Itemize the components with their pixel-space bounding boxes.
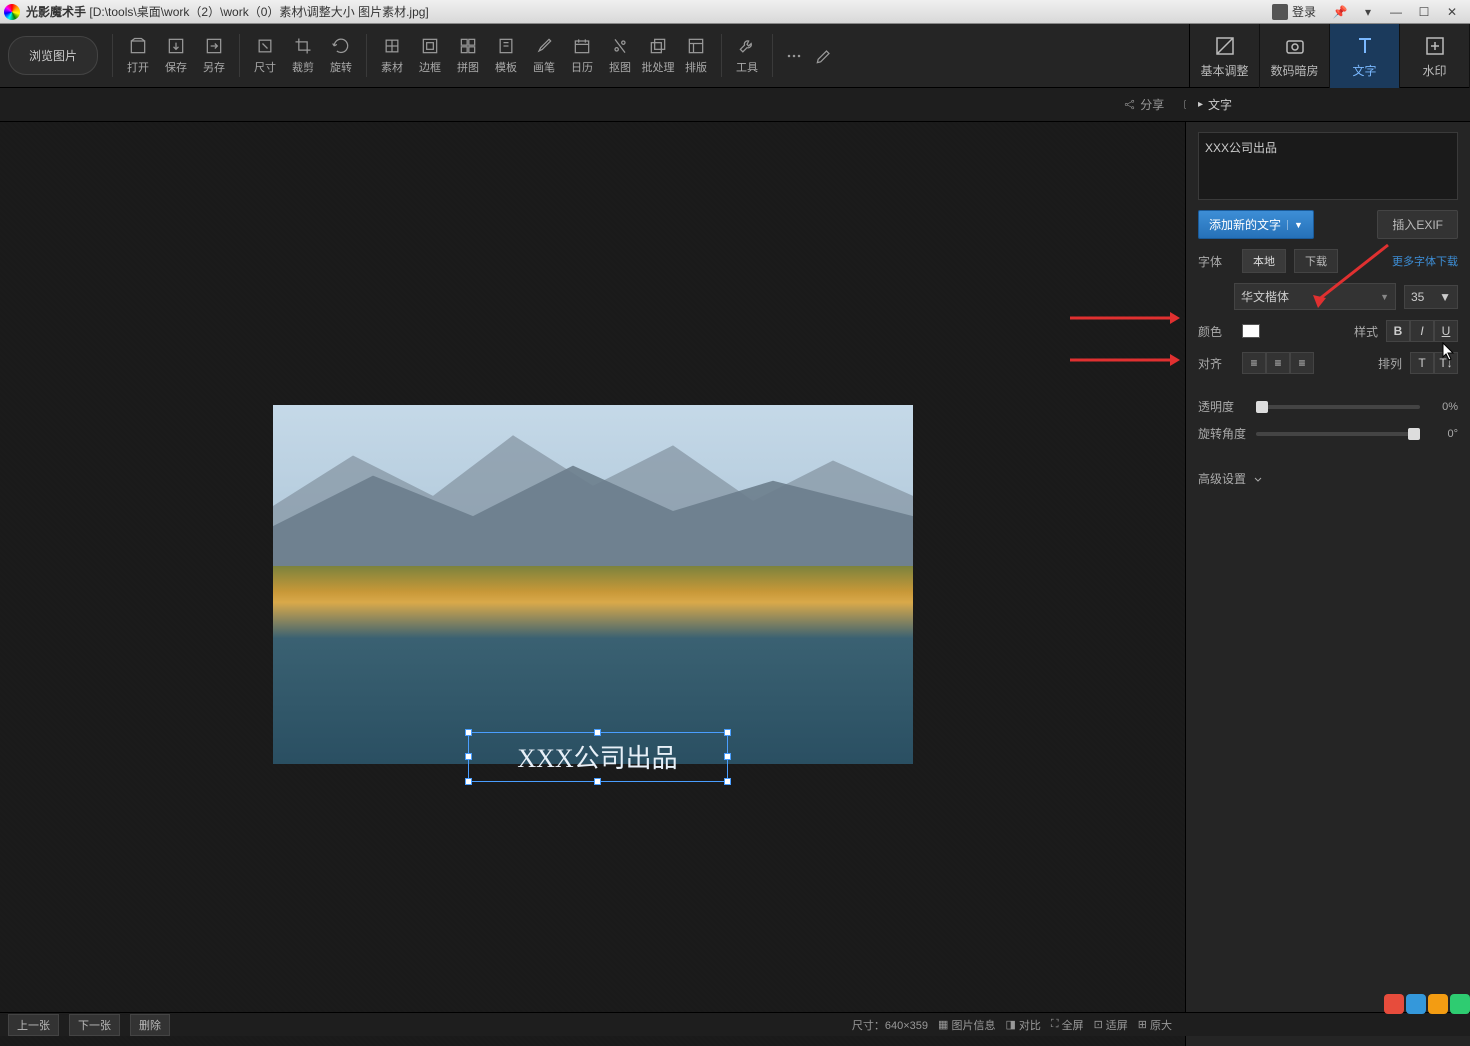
style-label: 样式 [1354, 323, 1378, 340]
minimize-icon[interactable]: — [1382, 2, 1410, 22]
original-button[interactable]: ⊞ 原大 [1138, 1017, 1172, 1033]
resize-handle[interactable] [724, 729, 731, 736]
main-toolbar: 浏览图片 打开 保存 另存 尺寸 裁剪 旋转 素材 边框 拼图 模板 画笔 日历… [0, 24, 1470, 88]
more-fonts-link[interactable]: 更多字体下载 [1392, 253, 1458, 269]
tb-save[interactable]: 保存 [157, 24, 195, 87]
canvas-image[interactable]: XXX公司出品 [273, 405, 913, 764]
cursor-icon [1442, 342, 1456, 362]
canvas-area[interactable]: XXX公司出品 [0, 122, 1185, 1046]
tb-rotate[interactable]: 旋转 [322, 24, 360, 87]
opacity-slider[interactable] [1256, 405, 1420, 409]
arrange-h-button[interactable]: T [1410, 352, 1434, 374]
tb-collage[interactable]: 拼图 [449, 24, 487, 87]
resize-handle[interactable] [465, 753, 472, 760]
tb-batch[interactable]: 批处理 [639, 24, 677, 87]
ime-badge [1384, 994, 1470, 1014]
underline-button[interactable]: U [1434, 320, 1458, 342]
maximize-icon[interactable]: ☐ [1410, 2, 1438, 22]
text-input[interactable] [1198, 132, 1458, 200]
tb-more[interactable] [779, 24, 809, 87]
mode-watermark[interactable]: 水印 [1400, 24, 1470, 88]
bold-button[interactable]: B [1386, 320, 1410, 342]
tb-size[interactable]: 尺寸 [246, 24, 284, 87]
arrange-label: 排列 [1378, 355, 1402, 372]
login-label: 登录 [1292, 3, 1316, 20]
mode-darkroom[interactable]: 数码暗房 [1260, 24, 1330, 88]
rotate-slider[interactable] [1256, 432, 1420, 436]
resize-handle[interactable] [594, 778, 601, 785]
font-select[interactable]: 华文楷体▼ [1234, 283, 1396, 310]
font-size-select[interactable]: 35▼ [1404, 285, 1458, 309]
panel-title: 文字 [1186, 88, 1470, 122]
resize-handle[interactable] [724, 778, 731, 785]
side-panel: 文字 添加新的文字▼ 插入EXIF 字体 本地 下载 更多字体下载 华文楷体▼ … [1185, 122, 1470, 1046]
opacity-label: 透明度 [1198, 398, 1248, 415]
color-label: 颜色 [1198, 323, 1234, 340]
mode-basic[interactable]: 基本调整 [1190, 24, 1260, 88]
resize-handle[interactable] [465, 778, 472, 785]
add-text-button[interactable]: 添加新的文字▼ [1198, 210, 1314, 239]
title-bar: 光影魔术手 [D:\tools\桌面\work（2）\work（0）素材\调整大… [0, 0, 1470, 24]
next-button[interactable]: 下一张 [69, 1014, 120, 1036]
fit-button[interactable]: ⊡ 适屏 [1094, 1017, 1128, 1033]
font-download-tab[interactable]: 下载 [1294, 249, 1338, 273]
align-label: 对齐 [1198, 355, 1234, 372]
align-center-button[interactable]: ≡ [1266, 352, 1290, 374]
pin-icon[interactable]: 📌 [1326, 2, 1354, 22]
tb-saveas[interactable]: 另存 [195, 24, 233, 87]
tb-layout[interactable]: 排版 [677, 24, 715, 87]
tb-calendar[interactable]: 日历 [563, 24, 601, 87]
tb-pen[interactable] [809, 24, 839, 87]
advanced-toggle[interactable]: 高级设置 [1198, 470, 1458, 487]
color-swatch[interactable] [1242, 324, 1260, 338]
resize-handle[interactable] [465, 729, 472, 736]
tb-template[interactable]: 模板 [487, 24, 525, 87]
size-label: 尺寸：640×359 [852, 1017, 928, 1033]
ab-share[interactable]: 分享 [1123, 96, 1164, 113]
font-label: 字体 [1198, 253, 1234, 270]
tb-open[interactable]: 打开 [119, 24, 157, 87]
tb-cutout[interactable]: 抠图 [601, 24, 639, 87]
mode-text[interactable]: 文字 [1330, 24, 1400, 88]
rotate-label: 旋转角度 [1198, 425, 1248, 442]
tb-tools[interactable]: 工具 [728, 24, 766, 87]
resize-handle[interactable] [724, 753, 731, 760]
italic-button[interactable]: I [1410, 320, 1434, 342]
tb-brush[interactable]: 画笔 [525, 24, 563, 87]
dropdown-icon[interactable]: ▾ [1354, 2, 1382, 22]
insert-exif-button[interactable]: 插入EXIF [1377, 210, 1458, 239]
text-overlay-box[interactable]: XXX公司出品 [468, 732, 728, 782]
opacity-value: 0% [1428, 401, 1458, 413]
prev-button[interactable]: 上一张 [8, 1014, 59, 1036]
compare-button[interactable]: ◨ 对比 [1005, 1017, 1040, 1033]
font-local-tab[interactable]: 本地 [1242, 249, 1286, 273]
overlay-text: XXX公司出品 [517, 738, 677, 775]
tb-material[interactable]: 素材 [373, 24, 411, 87]
align-right-button[interactable]: ≡ [1290, 352, 1314, 374]
info-button[interactable]: ▦ 图片信息 [938, 1017, 995, 1033]
close-icon[interactable]: ✕ [1438, 2, 1466, 22]
delete-button[interactable]: 删除 [130, 1014, 170, 1036]
login-area[interactable]: 登录 [1272, 3, 1316, 20]
tb-border[interactable]: 边框 [411, 24, 449, 87]
mode-tabs: 基本调整 数码暗房 文字 水印 [1189, 24, 1470, 88]
user-icon [1272, 4, 1288, 20]
resize-handle[interactable] [594, 729, 601, 736]
align-left-button[interactable]: ≡ [1242, 352, 1266, 374]
app-icon [4, 4, 20, 20]
app-title: 光影魔术手 [D:\tools\桌面\work（2）\work（0）素材\调整大… [26, 3, 429, 20]
fullscreen-button[interactable]: ⛶ 全屏 [1051, 1017, 1084, 1033]
browse-button[interactable]: 浏览图片 [8, 36, 98, 75]
tb-crop[interactable]: 裁剪 [284, 24, 322, 87]
rotate-value: 0° [1428, 428, 1458, 440]
chevron-down-icon [1252, 473, 1264, 485]
status-bar: 上一张 下一张 删除 尺寸：640×359 ▦ 图片信息 ◨ 对比 ⛶ 全屏 ⊡… [0, 1012, 1470, 1036]
